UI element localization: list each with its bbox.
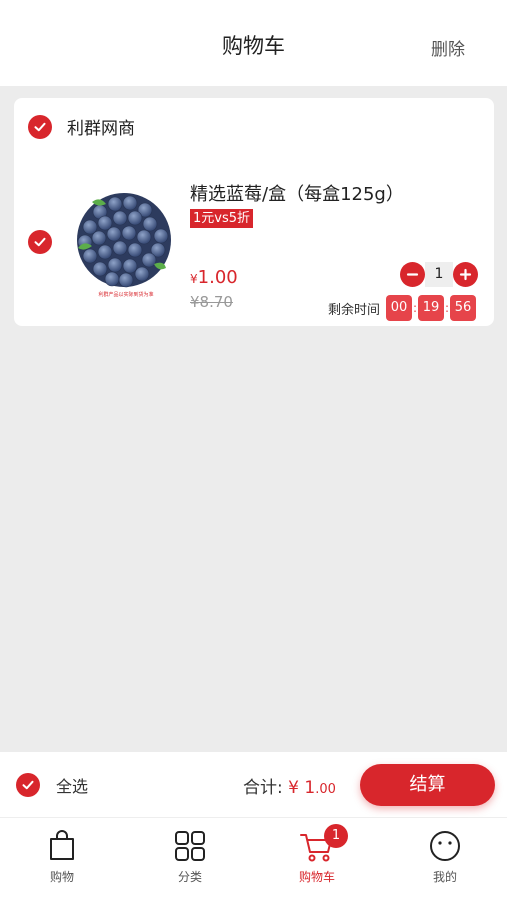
checkout-bar: 全选 合计: ¥ 1.00 结算 <box>0 752 507 818</box>
tab-cart[interactable]: 1 购物车 <box>277 824 357 885</box>
store-row: 利群网商 <box>28 114 135 139</box>
timer-minutes: 19 <box>418 295 445 321</box>
smile-icon <box>430 831 460 861</box>
tab-shop[interactable]: 购物 <box>22 828 102 885</box>
cart-badge: 1 <box>324 824 348 848</box>
total-cents: .00 <box>315 782 336 797</box>
grid-icon <box>175 831 205 861</box>
price-currency: ¥ <box>190 272 198 286</box>
cart-store-card: 利群网商 利群产品以实际到货为准 精选蓝莓/盒（每盒125g） 1元vs5折 ¥… <box>14 98 494 326</box>
tab-label: 购物车 <box>298 870 335 884</box>
countdown-timer: 剩余时间 00 : 19 : 56 <box>328 295 477 321</box>
check-icon <box>34 237 46 247</box>
increase-button[interactable] <box>453 262 478 287</box>
plus-icon <box>459 268 472 281</box>
thumb-caption: 利群产品以实际到货为准 <box>98 291 153 298</box>
price-value: 1.00 <box>197 267 238 288</box>
bag-icon <box>50 830 74 860</box>
timer-seconds: 56 <box>450 295 477 321</box>
product-price: ¥1.00 <box>190 267 238 288</box>
total-amount: ¥ 1.00 <box>288 778 336 798</box>
tab-category[interactable]: 分类 <box>150 828 230 885</box>
decrease-button[interactable] <box>400 262 425 287</box>
product-image[interactable]: 利群产品以实际到货为准 <box>70 190 182 302</box>
total-label: 合计: <box>243 778 283 798</box>
select-all-label: 全选 <box>56 777 89 796</box>
total-currency: ¥ <box>288 778 299 798</box>
original-price: ¥8.70 <box>190 293 233 311</box>
tab-profile[interactable]: 我的 <box>405 828 485 885</box>
item-checkbox[interactable] <box>28 230 52 254</box>
total-integer: 1 <box>304 778 316 798</box>
tab-bar: 购物 分类 1 购物车 我的 <box>0 818 507 900</box>
delete-button[interactable]: 删除 <box>431 35 465 60</box>
total-price: 合计: ¥ 1.00 <box>243 773 336 798</box>
minus-icon <box>406 273 419 276</box>
store-name: 利群网商 <box>67 119 135 139</box>
store-checkbox[interactable] <box>28 114 52 139</box>
timer-hours: 00 <box>386 295 413 321</box>
select-all-checkbox[interactable] <box>16 773 40 797</box>
tab-label: 分类 <box>177 870 202 884</box>
quantity-field[interactable]: 1 <box>425 262 453 287</box>
tab-label: 我的 <box>432 870 457 884</box>
timer-label: 剩余时间 <box>328 302 381 318</box>
tab-label: 购物 <box>49 870 74 884</box>
promo-tag: 1元vs5折 <box>190 209 254 228</box>
header: 购物车 删除 <box>0 0 507 86</box>
check-icon <box>34 122 46 131</box>
quantity-stepper: 1 <box>400 262 478 287</box>
product-title[interactable]: 精选蓝莓/盒（每盒125g） <box>190 180 404 206</box>
select-all[interactable]: 全选 <box>16 773 88 797</box>
checkout-button[interactable]: 结算 <box>360 764 495 806</box>
check-icon <box>22 780 34 790</box>
